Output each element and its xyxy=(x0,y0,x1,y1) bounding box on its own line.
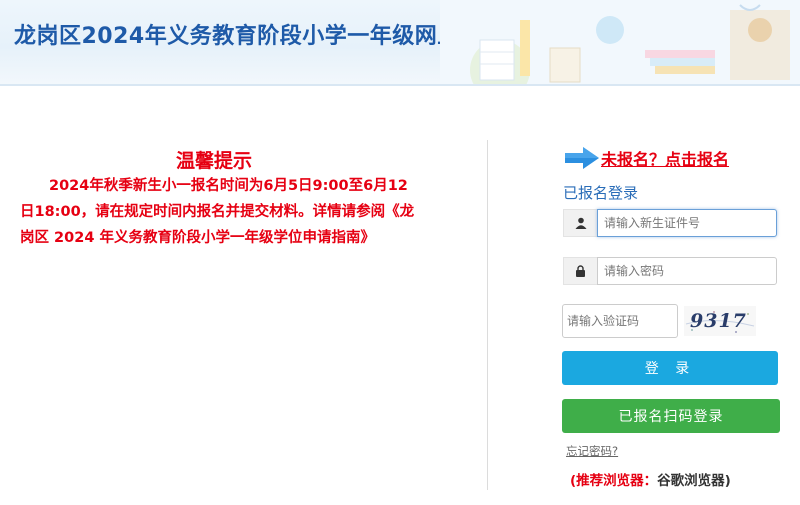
header-banner: 龙岗区2024年义务教育阶段小学一年级网上报名系统 xyxy=(0,0,800,86)
forgot-password-link[interactable]: 忘记密码? xyxy=(566,443,618,459)
browser-label: (推荐浏览器： xyxy=(570,473,658,489)
password-field xyxy=(563,257,777,285)
captcha-text: 9317 xyxy=(690,310,747,332)
notice-title: 温馨提示 xyxy=(176,150,253,172)
id-number-input[interactable] xyxy=(597,209,777,237)
login-button[interactable]: 登 录 xyxy=(562,351,778,385)
qr-login-button[interactable]: 已报名扫码登录 xyxy=(562,399,780,433)
login-heading: 已报名登录 xyxy=(563,184,639,202)
recommended-browser: (推荐浏览器：谷歌浏览器) xyxy=(570,469,731,489)
banner-illustration xyxy=(440,0,800,86)
user-icon xyxy=(563,209,597,237)
captcha-input[interactable] xyxy=(562,304,678,338)
register-link[interactable]: 未报名？点击报名 xyxy=(601,146,729,170)
vertical-divider xyxy=(487,140,488,490)
browser-value: 谷歌浏览器) xyxy=(657,473,731,489)
id-number-field xyxy=(563,209,777,237)
password-input[interactable] xyxy=(597,257,777,285)
notice-body: 2024年秋季新生小一报名时间为6月5日9:00至6月12日18:00，请在规定… xyxy=(20,178,415,246)
arrow-right-icon xyxy=(565,147,599,169)
header-divider xyxy=(0,84,800,86)
lock-icon xyxy=(563,257,597,285)
captcha-image[interactable]: 9317 xyxy=(684,306,756,336)
